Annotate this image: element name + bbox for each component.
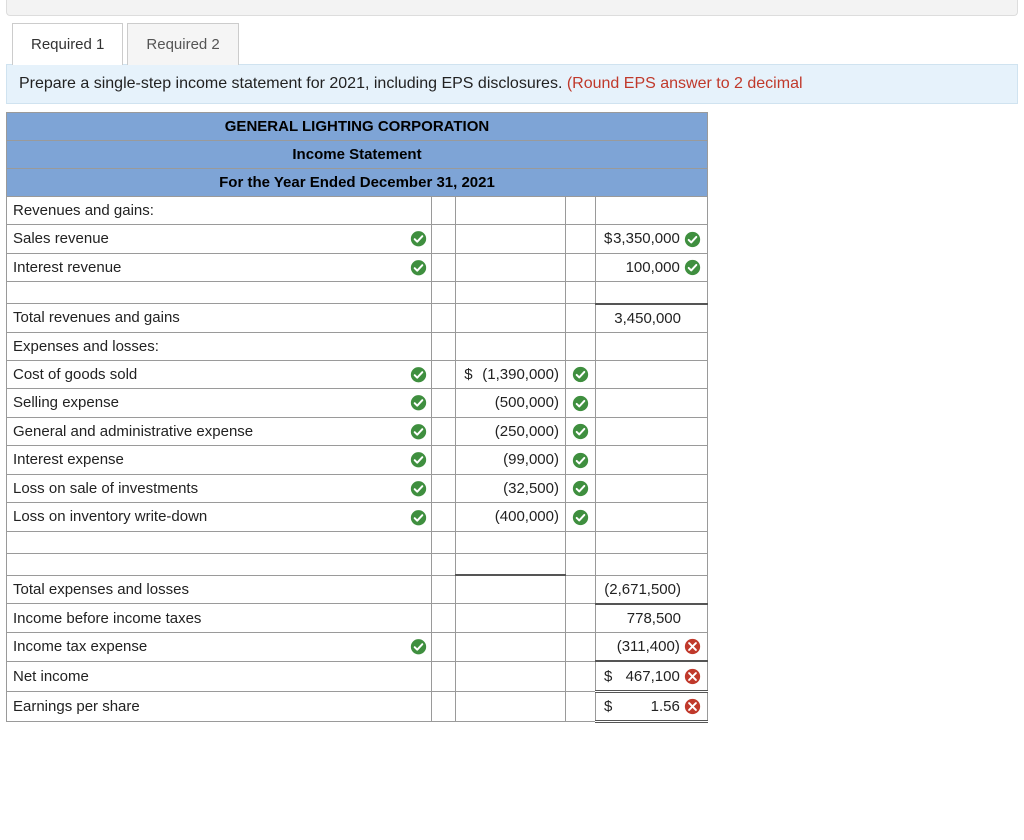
statement-company: GENERAL LIGHTING CORPORATION	[7, 113, 708, 141]
label-loss-investments[interactable]: Loss on sale of investments	[7, 474, 432, 503]
instruction-note: (Round EPS answer to 2 decimal	[567, 75, 803, 92]
row-revenues-gains: Revenues and gains:	[7, 197, 708, 225]
value-income-before-tax: 778,500	[595, 604, 707, 633]
label-eps: Earnings per share	[7, 691, 432, 722]
row-loss-writedown: Loss on inventory write-down (400,000)	[7, 503, 708, 532]
label-interest-expense[interactable]: Interest expense	[7, 446, 432, 475]
value-loss-investments[interactable]: (32,500)	[456, 474, 566, 503]
check-icon	[410, 394, 427, 412]
income-statement-table: GENERAL LIGHTING CORPORATION Income Stat…	[6, 112, 708, 723]
value-ga-expense[interactable]: (250,000)	[456, 417, 566, 446]
value-interest-expense[interactable]: (99,000)	[456, 446, 566, 475]
row-income-tax: Income tax expense (311,400)	[7, 632, 708, 661]
tab-required-2[interactable]: Required 2	[127, 23, 238, 65]
check-icon	[684, 230, 701, 248]
check-icon	[410, 480, 427, 498]
tab-bar: Required 1 Required 2	[0, 16, 1024, 64]
value-loss-writedown[interactable]: (400,000)	[456, 503, 566, 532]
check-icon	[410, 638, 427, 656]
label-sales-revenue[interactable]: Sales revenue	[7, 225, 432, 254]
label-loss-writedown[interactable]: Loss on inventory write-down	[7, 503, 432, 532]
check-icon	[410, 230, 427, 248]
value-total-expenses: (2,671,500)	[595, 575, 707, 604]
row-blank-3	[7, 553, 708, 575]
row-total-revenues: Total revenues and gains 3,450,000	[7, 304, 708, 333]
cross-icon	[684, 638, 701, 656]
row-eps: Earnings per share $1.56	[7, 691, 708, 722]
cross-icon	[684, 667, 701, 685]
value-eps[interactable]: $1.56	[595, 691, 707, 722]
check-icon	[410, 508, 427, 526]
value-net-income: $467,100	[595, 661, 707, 691]
instruction-text: Prepare a single-step income statement f…	[19, 75, 567, 92]
row-interest-revenue: Interest revenue 100,000	[7, 253, 708, 282]
row-loss-investments: Loss on sale of investments (32,500)	[7, 474, 708, 503]
check-icon	[565, 360, 595, 389]
value-sales-revenue[interactable]: $3,350,000	[595, 225, 707, 254]
check-icon	[565, 417, 595, 446]
row-blank-1	[7, 282, 708, 304]
window-chrome-bar	[6, 0, 1018, 16]
row-income-before-tax: Income before income taxes 778,500	[7, 604, 708, 633]
check-icon	[565, 389, 595, 418]
label-total-expenses: Total expenses and losses	[7, 575, 432, 604]
row-selling-expense: Selling expense (500,000)	[7, 389, 708, 418]
row-expenses-losses: Expenses and losses:	[7, 332, 708, 360]
label-income-before-tax: Income before income taxes	[7, 604, 432, 633]
row-sales-revenue: Sales revenue $3,350,000	[7, 225, 708, 254]
statement-title: Income Statement	[7, 141, 708, 169]
statement-period: For the Year Ended December 31, 2021	[7, 169, 708, 197]
check-icon	[565, 446, 595, 475]
check-icon	[684, 259, 701, 277]
instruction-banner: Prepare a single-step income statement f…	[6, 64, 1018, 104]
label-income-tax[interactable]: Income tax expense	[7, 632, 432, 661]
value-selling-expense[interactable]: (500,000)	[456, 389, 566, 418]
label-ga-expense[interactable]: General and administrative expense	[7, 417, 432, 446]
check-icon	[410, 451, 427, 469]
row-total-expenses: Total expenses and losses (2,671,500)	[7, 575, 708, 604]
check-icon	[565, 503, 595, 532]
tab-required-1[interactable]: Required 1	[12, 23, 123, 65]
label-total-revenues: Total revenues and gains	[7, 304, 432, 333]
row-cogs: Cost of goods sold $(1,390,000)	[7, 360, 708, 389]
cross-icon	[684, 698, 701, 716]
row-ga-expense: General and administrative expense (250,…	[7, 417, 708, 446]
check-icon	[410, 259, 427, 277]
label-selling-expense[interactable]: Selling expense	[7, 389, 432, 418]
value-income-tax[interactable]: (311,400)	[595, 632, 707, 661]
row-net-income: Net income $467,100	[7, 661, 708, 691]
value-interest-revenue[interactable]: 100,000	[595, 253, 707, 282]
label-expenses-losses: Expenses and losses:	[7, 332, 432, 360]
check-icon	[410, 423, 427, 441]
label-net-income: Net income	[7, 661, 432, 691]
row-interest-expense: Interest expense (99,000)	[7, 446, 708, 475]
label-interest-revenue[interactable]: Interest revenue	[7, 253, 432, 282]
check-icon	[565, 474, 595, 503]
label-cogs[interactable]: Cost of goods sold	[7, 360, 432, 389]
value-cogs[interactable]: $(1,390,000)	[456, 360, 566, 389]
label-revenues-gains: Revenues and gains:	[7, 197, 432, 225]
value-total-revenues: 3,450,000	[595, 304, 707, 333]
row-blank-2	[7, 531, 708, 553]
check-icon	[410, 366, 427, 384]
